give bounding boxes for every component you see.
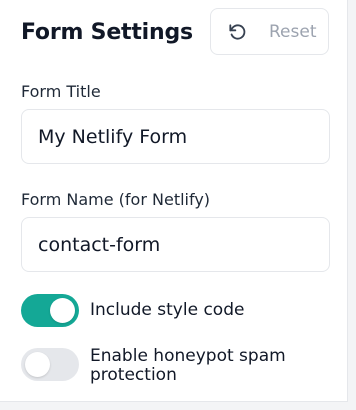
reset-button[interactable]: Reset — [210, 8, 329, 55]
form-name-input[interactable] — [21, 217, 330, 272]
form-name-label: Form Name (for Netlify) — [21, 190, 211, 209]
panel-title: Form Settings — [21, 20, 193, 45]
include-style-code-label: Include style code — [90, 300, 245, 320]
toggle-knob — [50, 298, 75, 323]
form-settings-panel: Form Settings Reset Form Title Form Name… — [0, 0, 348, 402]
reset-button-label: Reset — [269, 22, 317, 42]
honeypot-toggle[interactable] — [21, 348, 79, 381]
form-title-input[interactable] — [21, 109, 330, 164]
honeypot-label: Enable honeypot spam protection — [90, 346, 286, 385]
rotate-ccw-icon — [229, 24, 246, 40]
include-style-code-toggle[interactable] — [21, 294, 79, 327]
toggle-knob — [25, 352, 50, 377]
form-title-label: Form Title — [21, 82, 101, 101]
